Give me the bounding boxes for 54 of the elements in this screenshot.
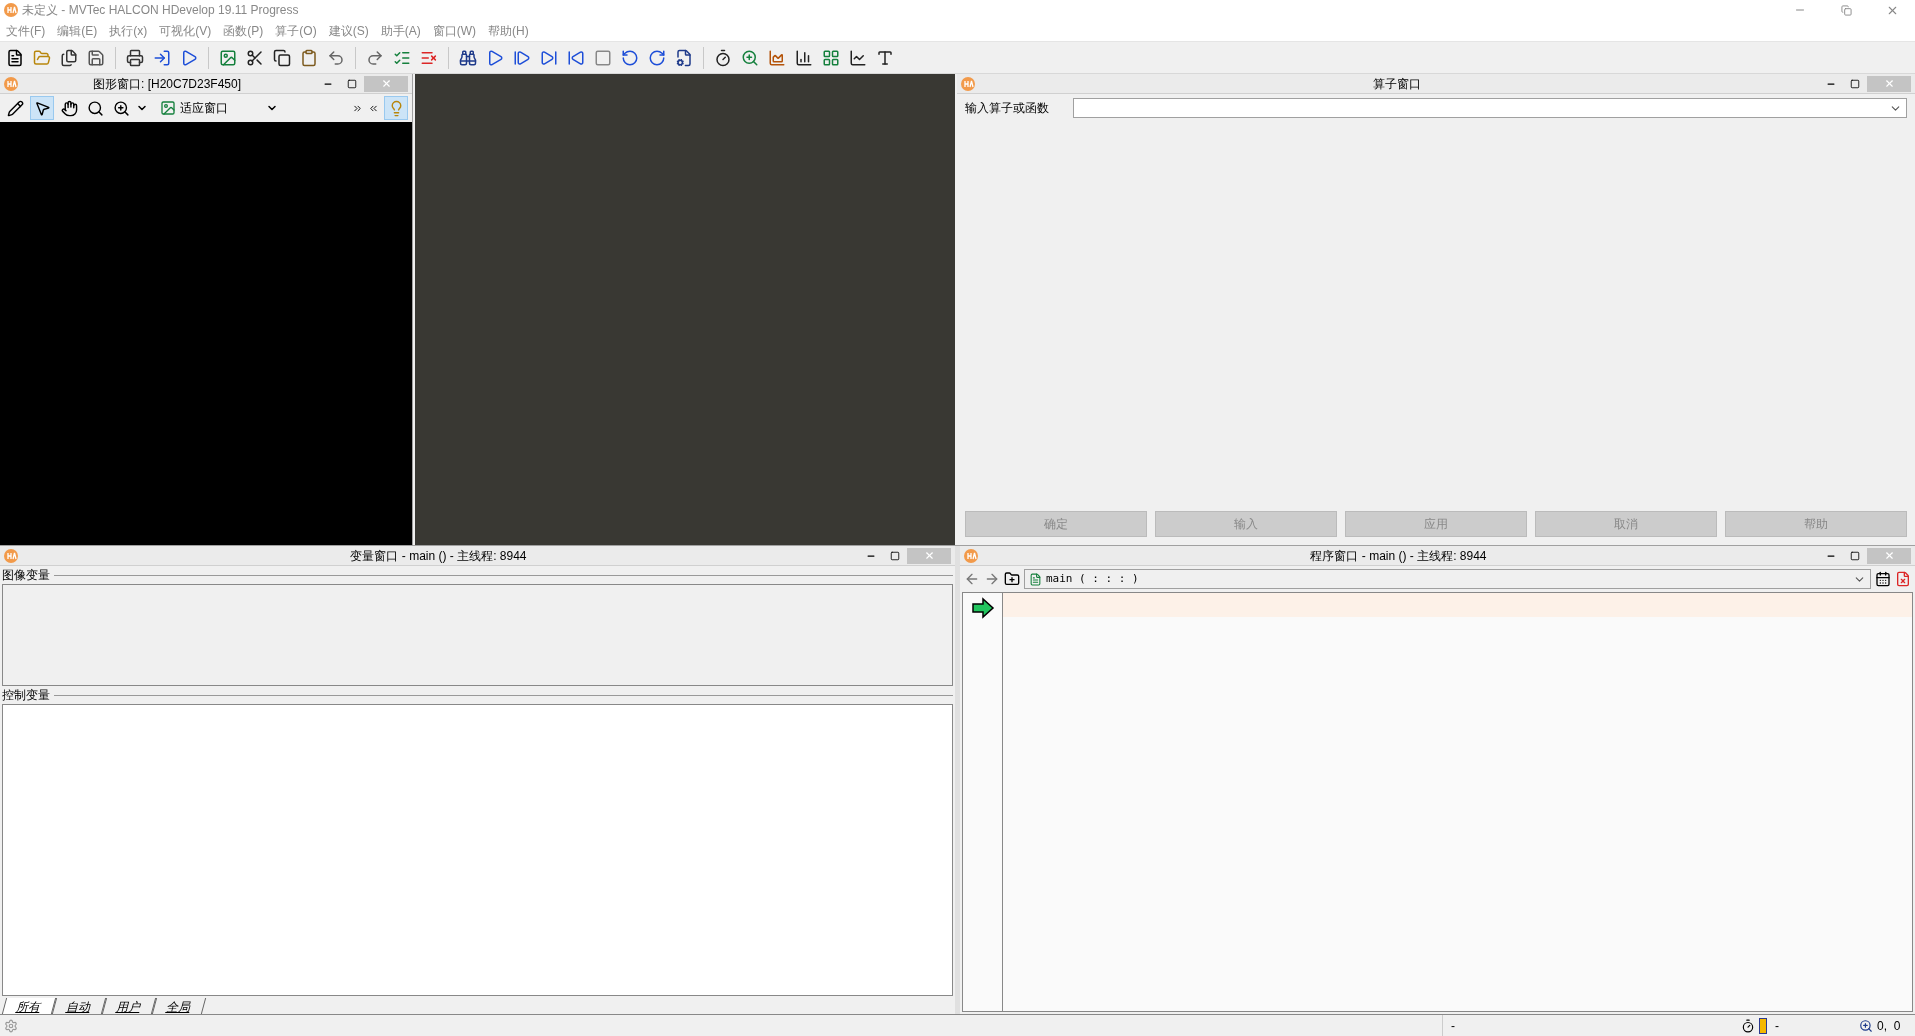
logo-icon [4, 548, 18, 563]
maximize-icon [1850, 78, 1860, 89]
maximize-icon [347, 78, 357, 89]
panel-title: 图形窗口: [H20C7D23F450] [91, 75, 243, 93]
logo-icon [964, 548, 978, 563]
menu-item[interactable]: 编辑(E) [51, 21, 104, 40]
variable-tab[interactable]: 用户 [101, 998, 157, 1014]
zoom-mode-dropdown[interactable]: 适应窗口 [160, 97, 278, 119]
pointer-icon[interactable] [30, 96, 54, 120]
section-label: 控制变量 [2, 687, 50, 704]
logo-icon [4, 76, 18, 91]
close-icon [1883, 550, 1895, 561]
status-message: - [1451, 1017, 1456, 1035]
close-icon [1883, 78, 1895, 89]
menu-item[interactable]: 可视化(V) [153, 21, 218, 40]
procedure-dropdown[interactable]: main ( : : : ) [1024, 569, 1871, 589]
level-icon [1759, 1017, 1767, 1034]
close-icon [923, 550, 935, 561]
maximize-icon [1850, 550, 1860, 561]
panel-title: 算子窗口 [1372, 75, 1422, 93]
close-icon [380, 78, 392, 89]
variable-tab[interactable]: 所有 [1, 998, 57, 1014]
panel-title: 程序窗口 - main () - 主线程: 8944 [1309, 547, 1488, 565]
variable-tab[interactable]: 全局 [151, 998, 207, 1014]
back-icon[interactable] [964, 571, 980, 587]
panel-title: 变量窗口 - main () - 主线程: 8944 [349, 547, 528, 565]
window-title: 未定义 - MVTec HALCON HDevelop 19.11 Progress [22, 2, 299, 19]
operator-input[interactable] [1073, 98, 1907, 118]
section-label: 图像变量 [2, 567, 50, 584]
menu-item[interactable]: 算子(O) [269, 21, 323, 40]
menu-item[interactable]: 函数(P) [217, 21, 270, 40]
maximize-icon [890, 550, 900, 561]
coordinates: 0, 0 [1877, 1017, 1901, 1035]
menu-item[interactable]: 窗口(W) [426, 21, 482, 40]
gear-icon [4, 1018, 18, 1033]
timer-icon [1741, 1018, 1755, 1033]
folder-icon[interactable] [1004, 571, 1020, 587]
menu-item[interactable]: 执行(x) [103, 21, 154, 40]
delete-icon[interactable] [1895, 571, 1911, 587]
arrow-icon [970, 597, 995, 619]
logo-icon [961, 76, 975, 91]
logo-icon [4, 3, 18, 17]
menu-item[interactable]: 帮助(H) [482, 21, 535, 40]
menu-item[interactable]: 建议(S) [322, 21, 375, 40]
calendar-icon[interactable] [1875, 571, 1891, 587]
variable-tab[interactable]: 自动 [51, 998, 107, 1014]
restore-icon [1840, 4, 1852, 16]
menu-item[interactable]: 文件(F) [0, 21, 52, 40]
forward-icon[interactable] [984, 571, 1000, 587]
menu-item[interactable]: 助手(A) [374, 21, 427, 40]
operator-label: 输入算子或函数 [965, 100, 1050, 117]
time-readout: - [1775, 1017, 1780, 1035]
picture-icon [160, 100, 176, 116]
procedure-icon [1029, 572, 1042, 586]
